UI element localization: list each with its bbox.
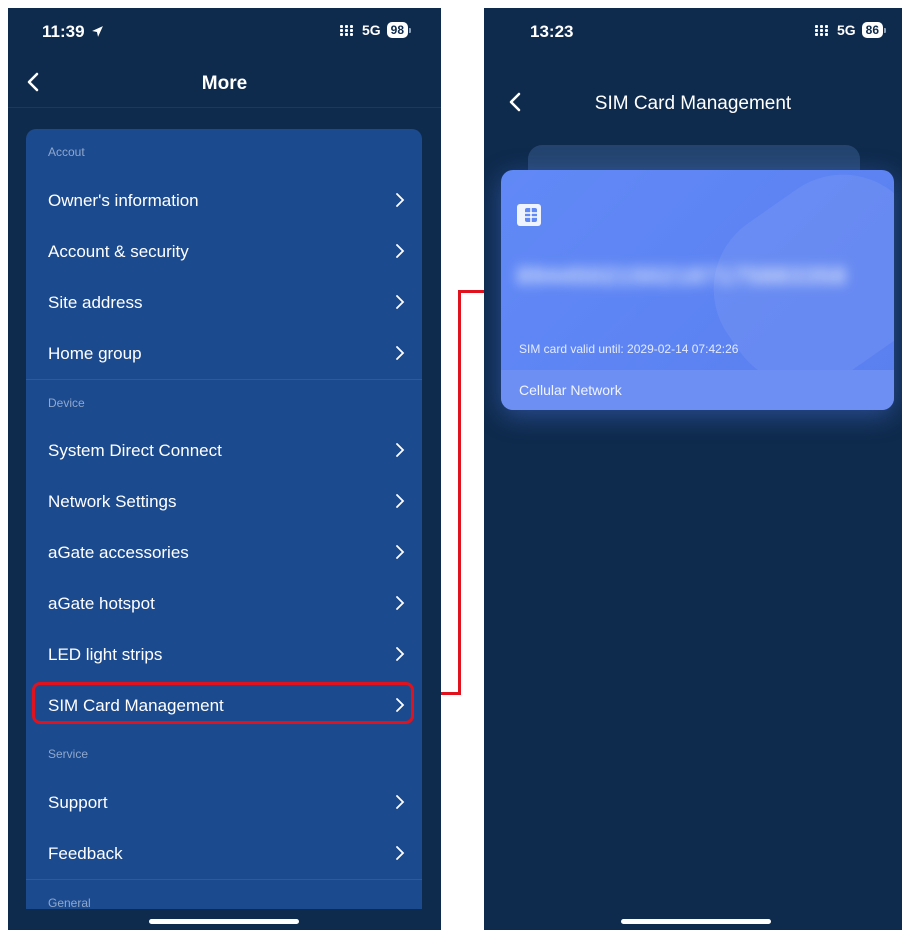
- network-label: 5G: [361, 22, 381, 38]
- battery-level: 98: [386, 22, 408, 38]
- home-indicator: [621, 919, 771, 924]
- sim-chip-icon: [517, 204, 541, 226]
- chevron-right-icon: [396, 494, 405, 508]
- menu-item-home-group[interactable]: Home group: [26, 328, 422, 379]
- status-indicators: 5G 98: [339, 22, 411, 38]
- home-indicator: [149, 919, 299, 924]
- chevron-right-icon: [396, 244, 405, 258]
- cellular-network-label: Cellular Network: [519, 382, 622, 398]
- menu-item-label: Site address: [48, 292, 143, 312]
- chevron-right-icon: [396, 443, 405, 457]
- chevron-right-icon: [396, 346, 405, 360]
- menu-item-agate-accessories[interactable]: aGate accessories: [26, 527, 422, 578]
- more-screen: 11:39 5G 98 More Accout Owner's informat…: [8, 8, 441, 930]
- menu-item-label: System Direct Connect: [48, 440, 222, 460]
- chevron-right-icon: [396, 295, 405, 309]
- chevron-right-icon: [396, 647, 405, 661]
- status-indicators: 5G 86: [814, 22, 886, 38]
- menu-item-led-light-strips[interactable]: LED light strips: [26, 629, 422, 680]
- menu-item-label: Owner's information: [48, 190, 199, 210]
- signal-icon: [814, 24, 829, 36]
- status-bar: 13:23 5G 86: [484, 8, 902, 54]
- menu-item-label: Network Settings: [48, 491, 177, 511]
- menu-item-system-direct-connect[interactable]: System Direct Connect: [26, 425, 422, 476]
- menu-item-label: Account & security: [48, 241, 189, 261]
- menu-item-label: aGate hotspot: [48, 593, 155, 613]
- chevron-right-icon: [396, 698, 405, 712]
- nav-bar: More: [8, 64, 441, 108]
- menu-item-agate-hotspot[interactable]: aGate hotspot: [26, 578, 422, 629]
- chevron-right-icon: [396, 545, 405, 559]
- menu-item-owners-information[interactable]: Owner's information: [26, 175, 422, 226]
- nav-bar: SIM Card Management: [484, 84, 902, 128]
- menu-item-network-settings[interactable]: Network Settings: [26, 476, 422, 527]
- menu-item-label: LED light strips: [48, 644, 163, 664]
- connector-line: [458, 290, 461, 695]
- menu-item-label: Support: [48, 792, 108, 812]
- menu-item-label: Home group: [48, 343, 142, 363]
- section-header-service: Service: [48, 747, 89, 761]
- page-title: More: [201, 73, 248, 94]
- sim-valid-until: SIM card valid until: 2029-02-14 07:42:2…: [519, 342, 739, 356]
- sim-card[interactable]: 89445021502187175883358 SIM card valid u…: [501, 170, 894, 410]
- network-label: 5G: [836, 22, 856, 38]
- status-bar: 11:39 5G 98: [8, 8, 441, 54]
- menu-item-label: aGate accessories: [48, 542, 189, 562]
- sim-card-management-screen: 13:23 5G 86 SIM Card Management 89445021…: [484, 8, 902, 930]
- menu-item-label: Feedback: [48, 843, 123, 863]
- menu-item-feedback[interactable]: Feedback: [26, 828, 422, 879]
- sim-iccid-blurred: 89445021502187175883358: [517, 263, 847, 290]
- sim-card-footer: Cellular Network: [501, 370, 894, 410]
- battery-icon: 98: [386, 22, 411, 38]
- section-header-device: Device: [26, 379, 422, 425]
- menu-item-sim-card-management[interactable]: SIM Card Management: [26, 680, 422, 731]
- menu-item-support[interactable]: Support: [26, 777, 422, 828]
- menu-item-label: SIM Card Management: [48, 695, 224, 715]
- status-time: 13:23: [530, 22, 574, 41]
- location-arrow-icon: [92, 26, 104, 37]
- settings-menu: Accout Owner's information Account & sec…: [26, 129, 422, 909]
- menu-item-site-address[interactable]: Site address: [26, 277, 422, 328]
- section-header-general: General: [26, 879, 422, 909]
- page-title: SIM Card Management: [594, 93, 792, 114]
- battery-level: 86: [861, 22, 883, 38]
- menu-item-account-security[interactable]: Account & security: [26, 226, 422, 277]
- chevron-right-icon: [396, 795, 405, 809]
- status-time: 11:39: [42, 22, 104, 42]
- battery-icon: 86: [861, 22, 886, 38]
- nav-divider: [8, 107, 441, 108]
- chevron-right-icon: [396, 193, 405, 207]
- section-header-account: Accout: [48, 145, 85, 159]
- chevron-right-icon: [396, 846, 405, 860]
- signal-icon: [339, 24, 354, 36]
- chevron-right-icon: [396, 596, 405, 610]
